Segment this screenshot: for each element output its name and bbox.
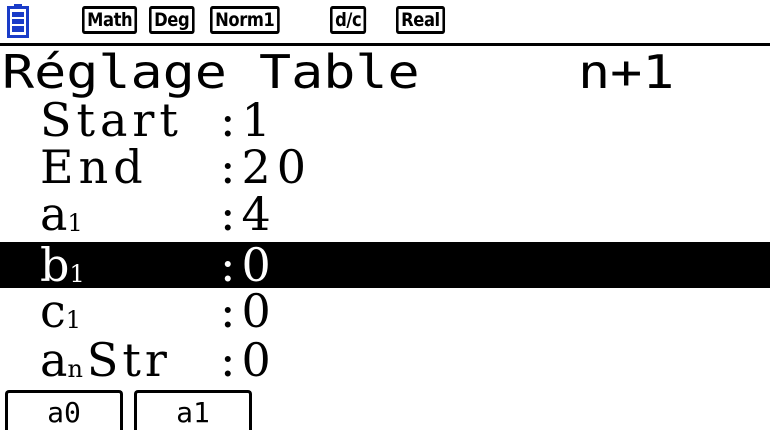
setting-row-b1[interactable]: b1 :0 [0, 238, 770, 292]
status-tag-norm: Norm1 [210, 6, 280, 34]
setting-label: End [40, 140, 148, 194]
setting-label: a1 [40, 187, 83, 241]
setting-label: anStr [40, 333, 171, 387]
status-tag-real: Real [396, 6, 445, 34]
setting-row-a1[interactable]: a1 :4 [0, 191, 770, 238]
setting-value: :1 [220, 93, 277, 147]
setting-value: :0 [220, 284, 277, 338]
setting-value: :0 [220, 238, 277, 292]
fkey-a0-button[interactable]: a0 [5, 390, 123, 430]
setting-value: :4 [220, 187, 277, 241]
setting-value: :20 [220, 140, 313, 194]
setting-row-end[interactable]: End :20 [0, 144, 770, 191]
setting-row-an-str[interactable]: anStr :0 [0, 337, 770, 384]
status-bar: Math Deg Norm1 d/c Real [0, 0, 770, 42]
fkey-a1-button[interactable]: a1 [134, 390, 252, 430]
setting-row-c1[interactable]: c1 :0 [0, 288, 770, 335]
setting-label: c1 [40, 284, 82, 338]
screen-title: Réglage Table [2, 45, 420, 99]
setting-row-start[interactable]: Start :1 [0, 97, 770, 144]
battery-icon [7, 4, 29, 38]
screen-title-row: Réglage Table n+1 [0, 48, 770, 96]
status-tag-math: Math [82, 6, 138, 34]
status-tag-deg: Deg [149, 6, 195, 34]
recursion-mode: n+1 [578, 45, 675, 99]
setting-label: Start [40, 93, 183, 147]
status-tag-fraction: d/c [330, 6, 367, 34]
setting-label: b1 [40, 238, 85, 292]
setting-value: :0 [220, 333, 277, 387]
